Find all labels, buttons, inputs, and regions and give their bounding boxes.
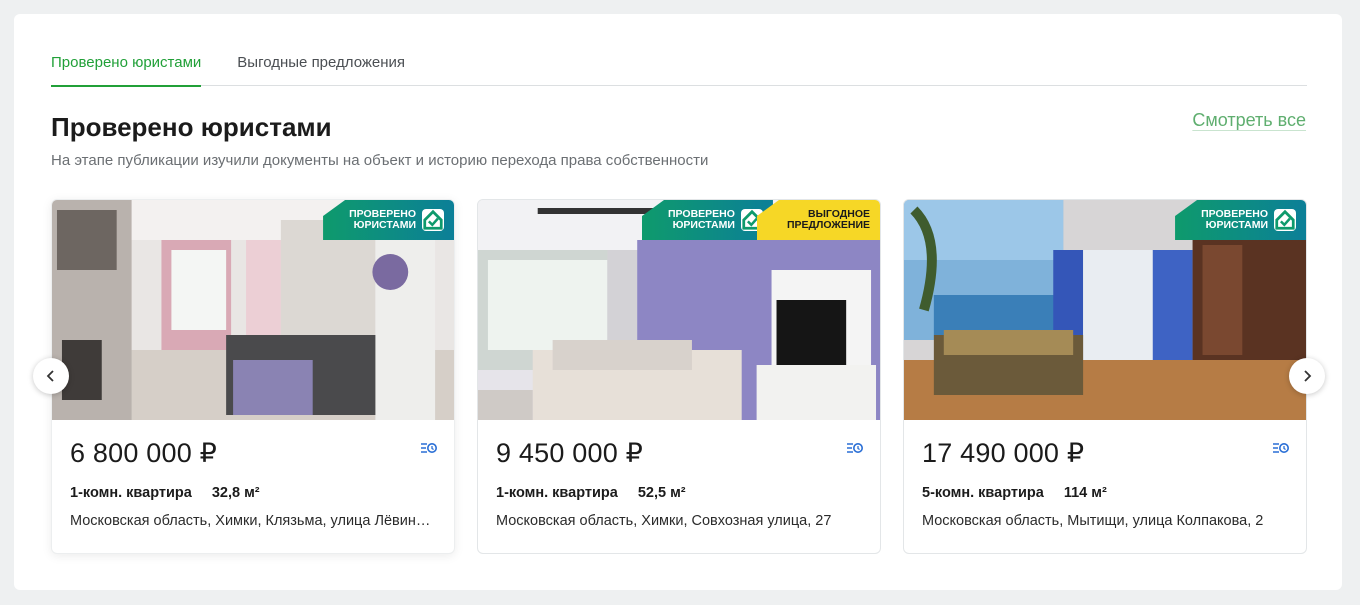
badge-text-line2: юристами: [672, 219, 735, 231]
carousel-next-button[interactable]: [1289, 358, 1325, 394]
listings-panel: Проверено юристами Выгодные предложения …: [14, 14, 1342, 590]
listing-info: 9 450 000 ₽ 1-комн. квартира 52,5 м² Мос…: [478, 420, 880, 529]
badge-group: Проверено юристами Выгодное предложение: [642, 200, 880, 240]
compare-icon[interactable]: [1272, 440, 1290, 456]
badge-text-line2: предложение: [786, 219, 870, 231]
listing-area: 32,8 м²: [211, 485, 260, 501]
listing-price: 17 490 000 ₽: [922, 438, 1085, 468]
section-title: Проверено юристами: [51, 112, 332, 142]
listing-rooms: 1-комн. квартира: [70, 485, 192, 501]
listing-info: 6 800 000 ₽ 1-комн. квартира 32,8 м² Мос…: [52, 420, 454, 529]
chevron-left-icon: [46, 370, 54, 382]
see-all-link[interactable]: Смотреть все: [1192, 110, 1306, 131]
listing-address: Московская область, Химки, Совхозная ули…: [496, 513, 832, 529]
listing-card[interactable]: Проверено юристами 6 800 000 ₽ 1-комн. кв…: [51, 199, 455, 554]
verified-badge: Проверено юристами: [1175, 200, 1306, 240]
listing-carousel: Проверено юристами 6 800 000 ₽ 1-комн. кв…: [51, 199, 1307, 554]
section-subtitle: На этапе публикации изучили документы на…: [51, 152, 709, 169]
tab-verified-by-lawyers[interactable]: Проверено юристами: [51, 52, 202, 87]
listing-card[interactable]: Проверено юристами 17 490 000 ₽ 5-комн. к…: [903, 199, 1307, 554]
listing-card[interactable]: Проверено юристами Выгодное предложение 9 …: [477, 199, 881, 554]
verified-badge: Проверено юристами: [642, 200, 773, 240]
badge-group: Проверено юристами: [1175, 200, 1306, 240]
listing-params: 1-комн. квартира 52,5 м²: [496, 485, 862, 501]
listing-address: Московская область, Химки, Клязьма, улиц…: [70, 513, 436, 529]
house-check-icon: [422, 209, 444, 231]
verified-badge: Проверено юристами: [323, 200, 454, 240]
house-check-icon: [1274, 209, 1296, 231]
compare-icon[interactable]: [420, 440, 438, 456]
chevron-right-icon: [1304, 370, 1312, 382]
listing-address: Московская область, Мытищи, улица Колпак…: [922, 513, 1264, 529]
listing-info: 17 490 000 ₽ 5-комн. квартира 114 м² Мос…: [904, 420, 1306, 529]
badge-group: Проверено юристами: [323, 200, 454, 240]
badge-text-line2: юристами: [353, 219, 416, 231]
listing-params: 5-комн. квартира 114 м²: [922, 485, 1288, 501]
listing-params: 1-комн. квартира 32,8 м²: [70, 485, 436, 501]
tab-good-deals[interactable]: Выгодные предложения: [237, 52, 405, 86]
good-deal-badge: Выгодное предложение: [756, 200, 880, 240]
compare-icon[interactable]: [846, 440, 864, 456]
listing-photo[interactable]: Проверено юристами: [52, 200, 454, 420]
badge-text-line2: юристами: [1205, 219, 1268, 231]
listing-rooms: 1-комн. квартира: [496, 485, 618, 501]
listing-price: 6 800 000 ₽: [70, 438, 217, 468]
listing-photo[interactable]: Проверено юристами Выгодное предложение: [478, 200, 880, 420]
listing-area: 114 м²: [1063, 485, 1107, 501]
tab-bar: Проверено юристами Выгодные предложения: [51, 52, 1307, 87]
listing-price: 9 450 000 ₽: [496, 438, 643, 468]
listing-photo[interactable]: Проверено юристами: [904, 200, 1306, 420]
listing-area: 52,5 м²: [637, 485, 686, 501]
carousel-prev-button[interactable]: [33, 358, 69, 394]
listing-rooms: 5-комн. квартира: [922, 485, 1044, 501]
